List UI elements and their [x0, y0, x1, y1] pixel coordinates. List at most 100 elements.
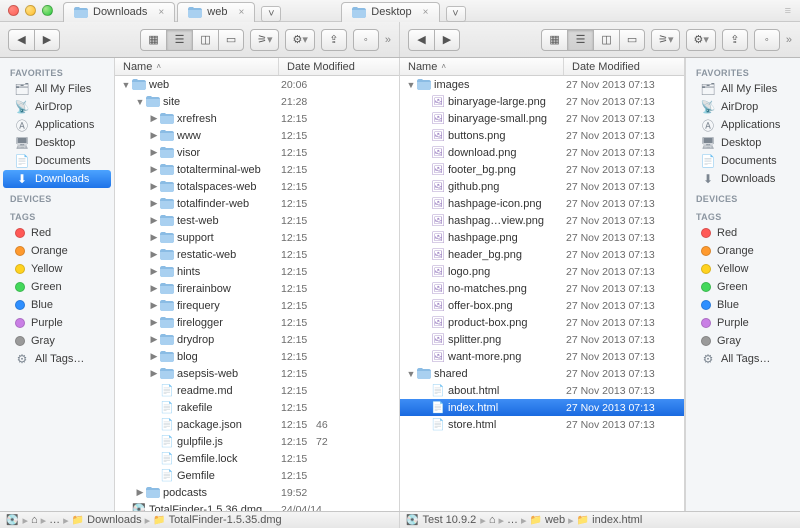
file-row[interactable]: ▶hints12:15	[115, 263, 399, 280]
crumb-seg[interactable]: TotalFinder-1.5.35.dmg	[169, 514, 282, 526]
share-button[interactable]: ⇪	[321, 29, 347, 51]
file-row[interactable]: 📄index.html27 Nov 2013 07:13	[400, 399, 684, 416]
window-tab[interactable]: Desktop×	[341, 2, 439, 22]
file-row[interactable]: 📄readme.md12:15	[115, 382, 399, 399]
sidebar-tag-orange[interactable]: Orange	[689, 242, 797, 260]
arrange-button-r[interactable]: ⚞ ▾	[651, 29, 680, 51]
sidebar-tag-all tags…[interactable]: ⚙All Tags…	[3, 350, 111, 368]
zoom-window-button[interactable]	[42, 5, 53, 16]
crumb-seg[interactable]: web	[545, 514, 565, 526]
sidebar-tag-red[interactable]: Red	[3, 224, 111, 242]
file-row[interactable]: 🖼download.png27 Nov 2013 07:13	[400, 144, 684, 161]
view-list-button-r[interactable]: ☰	[567, 29, 593, 51]
file-row[interactable]: 🖼hashpage-icon.png27 Nov 2013 07:13	[400, 195, 684, 212]
sidebar-item-airdrop[interactable]: 📡AirDrop	[3, 98, 111, 116]
file-row[interactable]: ▼site21:28	[115, 93, 399, 110]
action-button[interactable]: ⚙ ▾	[285, 29, 314, 51]
sidebar-tag-gray[interactable]: Gray	[689, 332, 797, 350]
sidebar-item-downloads[interactable]: ⬇Downloads	[689, 170, 797, 188]
view-coverflow-button[interactable]: ▭	[218, 29, 244, 51]
sidebar-item-applications[interactable]: ⒶApplications	[3, 116, 111, 134]
disclosure-triangle-icon[interactable]: ▶	[149, 147, 159, 158]
sidebar-item-desktop[interactable]: 🖥Desktop	[3, 134, 111, 152]
sidebar-tag-purple[interactable]: Purple	[3, 314, 111, 332]
file-row[interactable]: ▼web20:06	[115, 76, 399, 93]
view-list-button[interactable]: ☰	[166, 29, 192, 51]
new-tab-button[interactable]: ˅	[261, 6, 281, 22]
file-row[interactable]: ▶www12:15	[115, 127, 399, 144]
file-row[interactable]: ▶firerainbow12:15	[115, 280, 399, 297]
file-row[interactable]: 🖼logo.png27 Nov 2013 07:13	[400, 263, 684, 280]
sidebar-tag-blue[interactable]: Blue	[689, 296, 797, 314]
file-row[interactable]: 🖼footer_bg.png27 Nov 2013 07:13	[400, 161, 684, 178]
file-row[interactable]: 🖼want-more.png27 Nov 2013 07:13	[400, 348, 684, 365]
close-tab-icon[interactable]: ×	[238, 7, 244, 18]
sidebar-item-desktop[interactable]: 🖥Desktop	[689, 134, 797, 152]
column-name[interactable]: Name˄	[115, 58, 279, 75]
file-row[interactable]: ▶blog12:15	[115, 348, 399, 365]
sidebar-tag-red[interactable]: Red	[689, 224, 797, 242]
column-date[interactable]: Date Modified	[279, 58, 399, 75]
crumb-seg[interactable]: index.html	[592, 514, 642, 526]
disclosure-triangle-icon[interactable]: ▶	[149, 232, 159, 243]
file-row[interactable]: 📄Gemfile12:15	[115, 467, 399, 484]
file-row[interactable]: 🖼splitter.png27 Nov 2013 07:13	[400, 331, 684, 348]
close-tab-icon[interactable]: ×	[158, 7, 164, 18]
view-columns-button-r[interactable]: ◫	[593, 29, 619, 51]
disclosure-triangle-icon[interactable]: ▶	[149, 351, 159, 362]
view-icons-button-r[interactable]: ▦	[541, 29, 567, 51]
disclosure-triangle-icon[interactable]: ▶	[149, 283, 159, 294]
file-row[interactable]: 🖼github.png27 Nov 2013 07:13	[400, 178, 684, 195]
file-row[interactable]: 📄gulpfile.js12:15 72	[115, 433, 399, 450]
disclosure-triangle-icon[interactable]: ▶	[149, 181, 159, 192]
file-row[interactable]: ▶asepsis-web12:15	[115, 365, 399, 382]
file-row[interactable]: ▶restatic-web12:15	[115, 246, 399, 263]
file-row[interactable]: 🖼offer-box.png27 Nov 2013 07:13	[400, 297, 684, 314]
disclosure-triangle-icon[interactable]: ▶	[149, 249, 159, 260]
sidebar-tag-green[interactable]: Green	[3, 278, 111, 296]
path-breadcrumb-left[interactable]: ▸⌂▸…▸📁Downloads▸📁TotalFinder-1.5.35.dmg	[22, 514, 281, 527]
file-row[interactable]: ▼shared27 Nov 2013 07:13	[400, 365, 684, 382]
file-row[interactable]: ▼images27 Nov 2013 07:13	[400, 76, 684, 93]
file-row[interactable]: ▶xrefresh12:15	[115, 110, 399, 127]
sidebar-item-documents[interactable]: 📄Documents	[689, 152, 797, 170]
file-row[interactable]: ▶support12:15	[115, 229, 399, 246]
sidebar-tag-yellow[interactable]: Yellow	[689, 260, 797, 278]
file-row[interactable]: 🖼product-box.png27 Nov 2013 07:13	[400, 314, 684, 331]
file-row[interactable]: 📄Gemfile.lock12:15	[115, 450, 399, 467]
disclosure-triangle-icon[interactable]: ▶	[149, 215, 159, 226]
disclosure-triangle-icon[interactable]: ▼	[135, 97, 145, 107]
column-date-r[interactable]: Date Modified	[564, 58, 684, 75]
disclosure-triangle-icon[interactable]: ▶	[149, 198, 159, 209]
disclosure-triangle-icon[interactable]: ▶	[149, 317, 159, 328]
file-row[interactable]: 🖼binaryage-small.png27 Nov 2013 07:13	[400, 110, 684, 127]
sidebar-tag-blue[interactable]: Blue	[3, 296, 111, 314]
disclosure-triangle-icon[interactable]: ▼	[406, 369, 416, 379]
file-row[interactable]: 🖼binaryage-large.png27 Nov 2013 07:13	[400, 93, 684, 110]
file-list-left[interactable]: ▼web20:06▼site21:28▶xrefresh12:15▶www12:…	[115, 76, 399, 511]
crumb-seg[interactable]: Downloads	[87, 514, 141, 526]
back-button-r[interactable]: ◀	[408, 29, 434, 51]
disclosure-triangle-icon[interactable]: ▼	[121, 80, 131, 90]
file-row[interactable]: ▶totalfinder-web12:15	[115, 195, 399, 212]
sidebar-item-airdrop[interactable]: 📡AirDrop	[689, 98, 797, 116]
close-window-button[interactable]	[8, 5, 19, 16]
file-row[interactable]: 💽TotalFinder-1.5.36.dmg24/04/14	[115, 501, 399, 511]
file-row[interactable]: 🖼header_bg.png27 Nov 2013 07:13	[400, 246, 684, 263]
file-row[interactable]: 🖼hashpag…view.png27 Nov 2013 07:13	[400, 212, 684, 229]
file-row[interactable]: 📄about.html27 Nov 2013 07:13	[400, 382, 684, 399]
forward-button-r[interactable]: ▶	[434, 29, 460, 51]
close-tab-icon[interactable]: ×	[423, 7, 429, 18]
file-row[interactable]: 🖼buttons.png27 Nov 2013 07:13	[400, 127, 684, 144]
disclosure-triangle-icon[interactable]: ▶	[149, 113, 159, 124]
disclosure-triangle-icon[interactable]: ▶	[149, 334, 159, 345]
sidebar-tag-gray[interactable]: Gray	[3, 332, 111, 350]
window-tab[interactable]: web×	[177, 2, 255, 22]
disclosure-triangle-icon[interactable]: ▶	[149, 164, 159, 175]
arrange-button[interactable]: ⚞ ▾	[250, 29, 279, 51]
path-breadcrumb-right[interactable]: ▸⌂▸…▸📁web▸📁index.html	[480, 514, 642, 527]
sidebar-tag-yellow[interactable]: Yellow	[3, 260, 111, 278]
toolbar-overflow-right[interactable]: »	[786, 34, 792, 46]
sidebar-item-documents[interactable]: 📄Documents	[3, 152, 111, 170]
toolbar-overflow-left[interactable]: »	[385, 34, 391, 46]
